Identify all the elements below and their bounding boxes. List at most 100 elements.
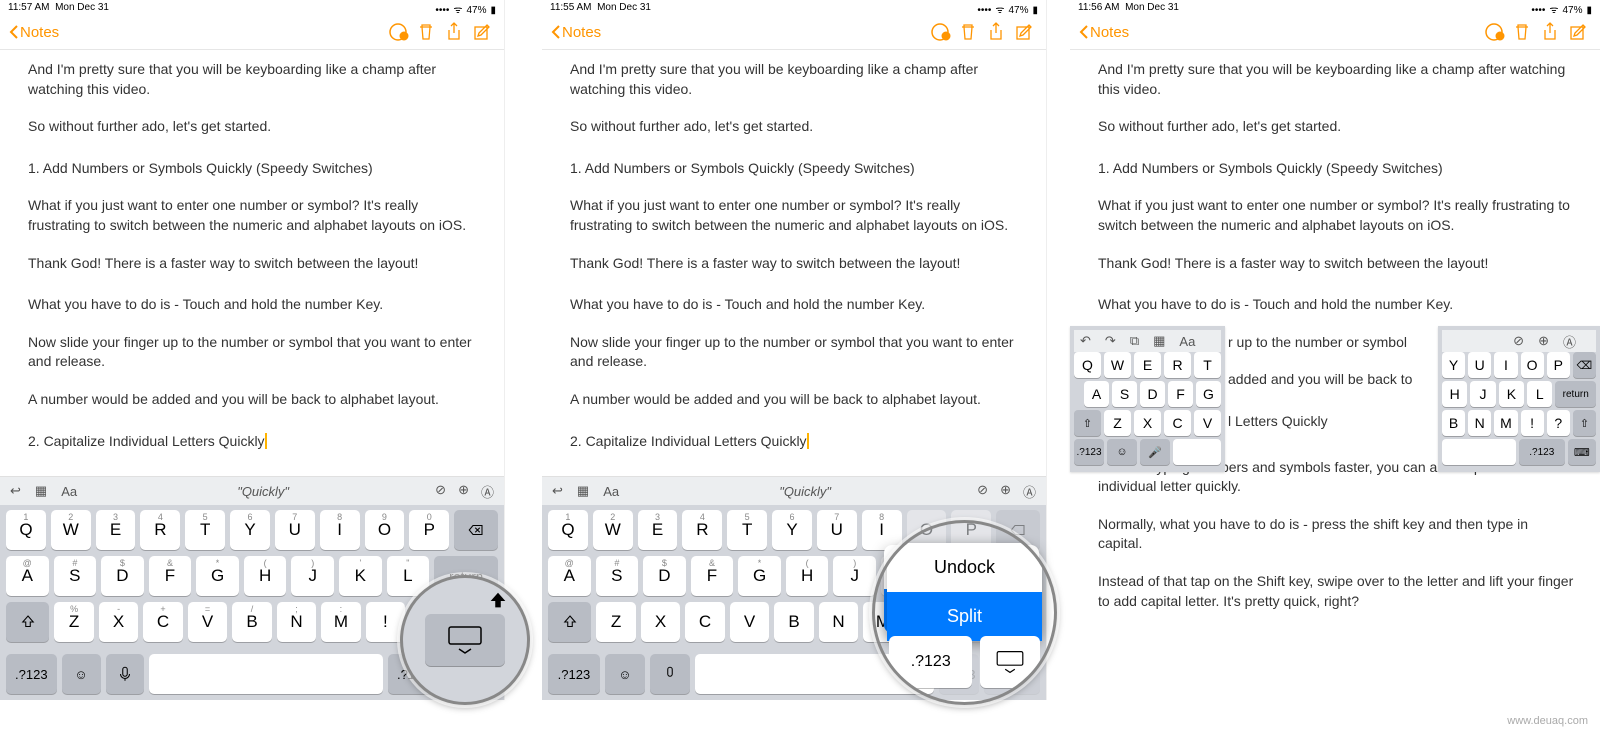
- key-o[interactable]: O: [1521, 352, 1544, 378]
- key-j[interactable]: J: [1470, 381, 1495, 407]
- key-n[interactable]: ;N: [277, 602, 316, 642]
- key-n[interactable]: N: [819, 602, 858, 642]
- key-q[interactable]: Q: [1074, 352, 1101, 378]
- key-x[interactable]: X: [1134, 410, 1161, 436]
- key-s[interactable]: #S: [596, 556, 639, 596]
- share-button[interactable]: [982, 22, 1010, 42]
- key-h[interactable]: (H: [244, 556, 287, 596]
- key-g[interactable]: *G: [196, 556, 239, 596]
- key-numbers[interactable]: .?123: [1074, 439, 1104, 465]
- key-y[interactable]: 6Y: [230, 510, 270, 550]
- key-v[interactable]: V: [730, 602, 769, 642]
- key-numbers[interactable]: .?123: [1519, 439, 1565, 465]
- key-y[interactable]: 6Y: [772, 510, 812, 550]
- key-d[interactable]: $D: [643, 556, 686, 596]
- key-e[interactable]: 3E: [96, 510, 136, 550]
- key-g[interactable]: G: [1196, 381, 1221, 407]
- key-z[interactable]: Z: [596, 602, 635, 642]
- key-f[interactable]: F: [1168, 381, 1193, 407]
- key-a[interactable]: A: [1084, 381, 1109, 407]
- key-m[interactable]: :M: [321, 602, 360, 642]
- key-c[interactable]: +C: [143, 602, 182, 642]
- key-space[interactable]: [1173, 439, 1221, 465]
- key-emoji[interactable]: ☺: [1107, 439, 1137, 465]
- keyboard-hide-icon[interactable]: [994, 649, 1026, 675]
- key-h[interactable]: (H: [786, 556, 829, 596]
- key-backspace[interactable]: [454, 510, 498, 550]
- key-k[interactable]: 'K: [339, 556, 382, 596]
- key-p[interactable]: 0P: [409, 510, 449, 550]
- undo-icon[interactable]: ↩︎: [552, 483, 563, 499]
- format-icon[interactable]: Aa: [1179, 334, 1195, 349]
- key-e[interactable]: E: [1134, 352, 1161, 378]
- key-a[interactable]: @A: [6, 556, 49, 596]
- key-w[interactable]: 2W: [51, 510, 91, 550]
- key-b[interactable]: B: [774, 602, 813, 642]
- checkmark-icon[interactable]: ⊘: [435, 482, 446, 501]
- key-backspace[interactable]: ⌫: [1573, 352, 1596, 378]
- key-t[interactable]: T: [1194, 352, 1221, 378]
- key-g[interactable]: *G: [738, 556, 781, 596]
- key-s[interactable]: #S: [54, 556, 97, 596]
- key-v[interactable]: =V: [188, 602, 227, 642]
- key-m[interactable]: M: [1494, 410, 1517, 436]
- plus-icon[interactable]: ⊕: [458, 482, 469, 501]
- back-button[interactable]: Notes: [550, 24, 601, 41]
- key-d[interactable]: $D: [101, 556, 144, 596]
- key-z[interactable]: %Z: [54, 602, 93, 642]
- key-hide-keyboard[interactable]: ⌨: [1568, 439, 1596, 465]
- key-f[interactable]: &F: [691, 556, 734, 596]
- key-b[interactable]: /B: [232, 602, 271, 642]
- key-shift[interactable]: [6, 602, 49, 642]
- key-e[interactable]: 3E: [638, 510, 678, 550]
- markup-icon[interactable]: Ⓐ: [481, 482, 494, 501]
- trash-button[interactable]: [412, 22, 440, 42]
- trash-button[interactable]: [954, 22, 982, 42]
- back-button[interactable]: Notes: [8, 24, 59, 41]
- key-u[interactable]: 7U: [817, 510, 857, 550]
- add-people-button[interactable]: +: [384, 21, 412, 43]
- key-i[interactable]: I: [1494, 352, 1517, 378]
- key-exclaim[interactable]: !: [1521, 410, 1544, 436]
- key-q[interactable]: 1Q: [6, 510, 46, 550]
- table-icon[interactable]: ▦: [1153, 333, 1165, 349]
- key-r[interactable]: 4R: [682, 510, 722, 550]
- undo-icon[interactable]: ↩︎: [10, 483, 21, 499]
- key-n[interactable]: N: [1468, 410, 1491, 436]
- key-space[interactable]: [149, 654, 383, 694]
- trash-button[interactable]: [1508, 22, 1536, 42]
- compose-button[interactable]: [468, 22, 496, 42]
- table-icon[interactable]: ▦: [577, 483, 589, 499]
- key-w[interactable]: 2W: [593, 510, 633, 550]
- redo-icon[interactable]: ↷: [1105, 333, 1116, 349]
- key-numbers[interactable]: .?123: [6, 654, 57, 694]
- back-button[interactable]: Notes: [1078, 24, 1129, 41]
- note-content[interactable]: And I'm pretty sure that you will be key…: [0, 50, 504, 470]
- key-j[interactable]: )J: [291, 556, 334, 596]
- format-icon[interactable]: Aa: [603, 484, 619, 499]
- key-a[interactable]: @A: [548, 556, 591, 596]
- key-o[interactable]: 9O: [365, 510, 405, 550]
- key-k[interactable]: K: [1499, 381, 1524, 407]
- key-t[interactable]: 5T: [185, 510, 225, 550]
- add-people-button[interactable]: [1480, 21, 1508, 43]
- key-r[interactable]: 4R: [140, 510, 180, 550]
- key-y[interactable]: Y: [1442, 352, 1465, 378]
- key-t[interactable]: 5T: [727, 510, 767, 550]
- key-u[interactable]: U: [1468, 352, 1491, 378]
- key-b[interactable]: B: [1442, 410, 1465, 436]
- key-f[interactable]: &F: [149, 556, 192, 596]
- key-mic[interactable]: [106, 654, 145, 694]
- key-shift[interactable]: ⇧: [1074, 410, 1101, 436]
- key-h[interactable]: H: [1442, 381, 1467, 407]
- keyboard-suggestion[interactable]: "Quickly": [91, 484, 435, 499]
- key-l[interactable]: L: [1527, 381, 1552, 407]
- key-i[interactable]: 8I: [320, 510, 360, 550]
- key-question[interactable]: ?: [1547, 410, 1570, 436]
- key-x[interactable]: X: [641, 602, 680, 642]
- share-button[interactable]: [440, 22, 468, 42]
- compose-button[interactable]: [1010, 22, 1038, 42]
- key-space[interactable]: [1442, 439, 1516, 465]
- key-r[interactable]: R: [1164, 352, 1191, 378]
- key-mic[interactable]: 🎤: [1140, 439, 1170, 465]
